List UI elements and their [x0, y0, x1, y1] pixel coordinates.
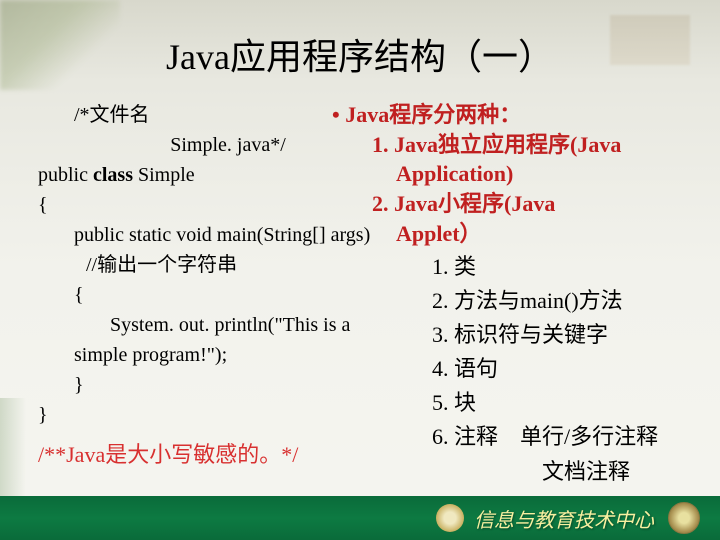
slide-title: Java应用程序结构（一） [0, 28, 720, 80]
topic-6: 6. 注释 单行/多行注释 [432, 420, 712, 454]
code-main-sig: public static void main(String[] args) [38, 220, 418, 250]
code-println-2: simple program!"); [38, 340, 418, 370]
topic-6b: 文档注释 [432, 455, 712, 489]
case-sensitive-note: /**Java是大小写敏感的。*/ [38, 438, 418, 471]
kw-public: public [38, 164, 93, 186]
topic-list: 1. 类 2. 方法与main()方法 3. 标识符与关键字 4. 语句 5. … [432, 250, 712, 489]
topic-5: 5. 块 [432, 386, 712, 420]
topic-2: 2. 方法与main()方法 [432, 284, 712, 318]
topic-1: 1. 类 [432, 250, 712, 284]
kw-class: class [93, 164, 138, 186]
class-name: Simple [138, 164, 195, 186]
code-main-open: { [38, 280, 418, 310]
code-open-brace: { [38, 190, 418, 220]
code-main-close: } [38, 370, 418, 400]
decoration-left [0, 398, 26, 498]
footer-bar: 信息与教育技术中心 [0, 496, 720, 540]
footer-emblem-icon [668, 502, 700, 534]
footer-logo-icon [436, 504, 464, 532]
topic-3: 3. 标识符与关键字 [432, 318, 712, 352]
slide: Java应用程序结构（一） • Java程序分两种： 1. Java独立应用程序… [0, 0, 720, 540]
content-area: • Java程序分两种： 1. Java独立应用程序(Java Applicat… [38, 100, 700, 480]
topic-4: 4. 语句 [432, 352, 712, 386]
code-block: /*文件名 Simple. java*/ public class Simple… [38, 100, 418, 471]
code-comment-filename: /*文件名 [38, 100, 418, 130]
code-comment-filename-end: Simple. java*/ [38, 130, 418, 160]
code-class-decl: public class Simple [38, 160, 418, 190]
code-comment-output: //输出一个字符串 [38, 250, 418, 280]
footer-text: 信息与教育技术中心 [474, 504, 654, 533]
code-class-close: } [38, 400, 418, 430]
code-println-1: System. out. println("This is a [38, 310, 418, 340]
